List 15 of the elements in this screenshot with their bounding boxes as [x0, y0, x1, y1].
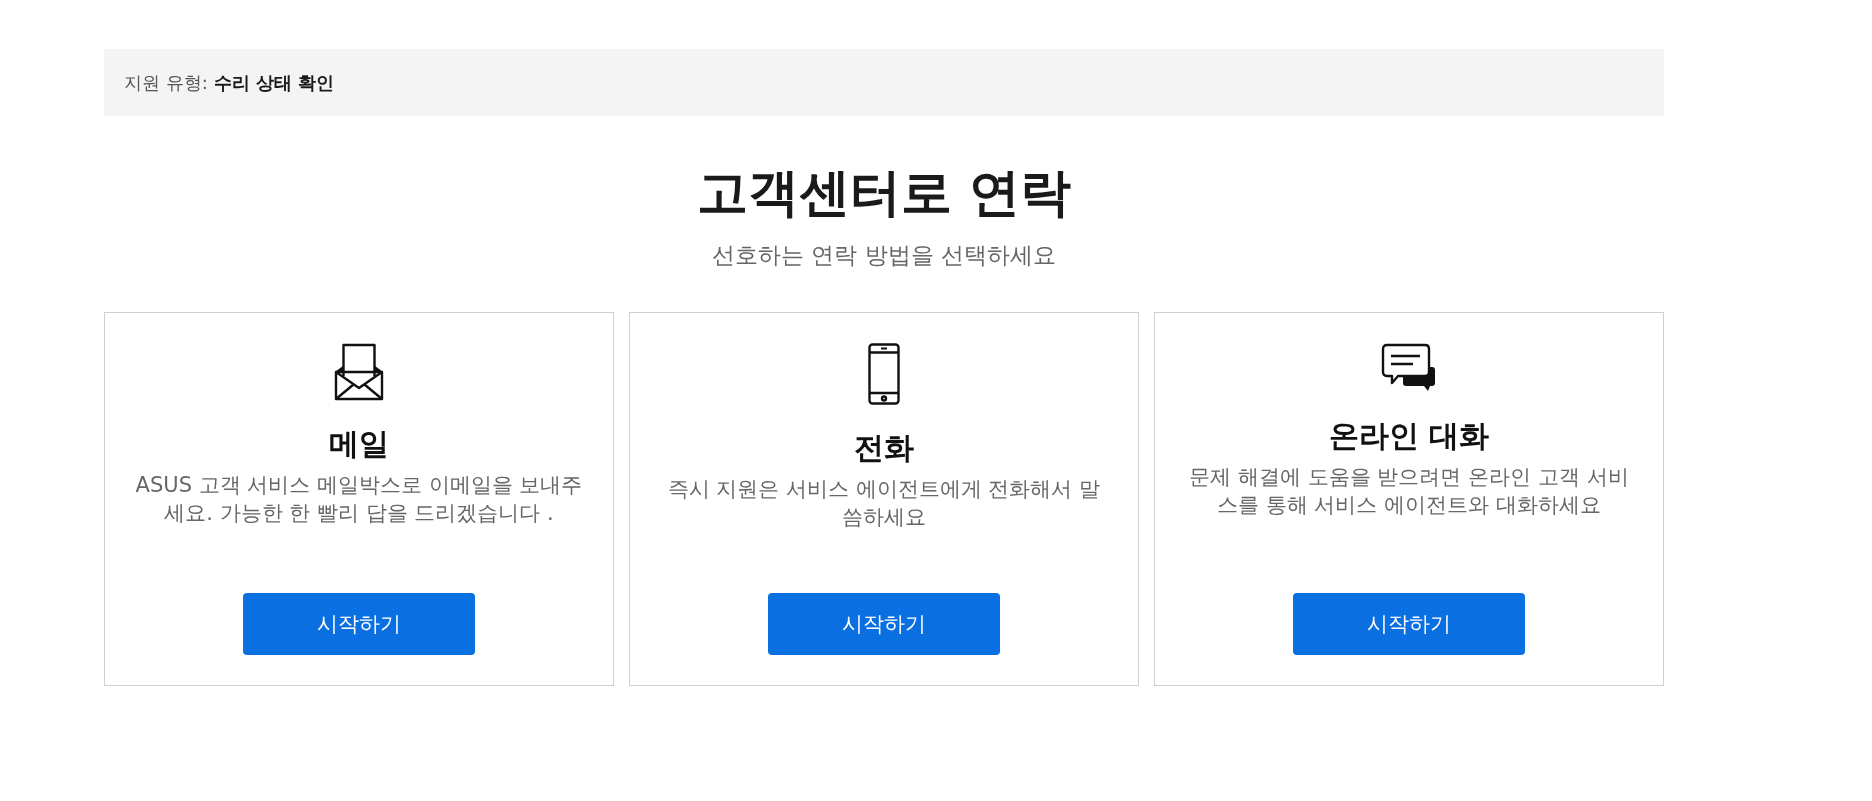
card-title: 온라인 대화 — [1328, 417, 1490, 455]
card-description: 즉시 지원은 서비스 에이전트에게 전화해서 말씀하세요 — [666, 476, 1102, 531]
breadcrumb-text: 지원 유형: 수리 상태 확인 — [124, 70, 335, 95]
page-subtitle: 선호하는 연락 방법을 선택하세요 — [712, 241, 1056, 270]
start-button[interactable]: 시작하기 — [768, 593, 1000, 655]
card-description: ASUS 고객 서비스 메일박스로 이메일을 보내주세요. 가능한 한 빨리 답을 드리겠습니다 . — [134, 472, 584, 527]
card-title: 메일 — [329, 425, 389, 463]
smartphone-icon — [868, 343, 900, 405]
start-button[interactable]: 시작하기 — [243, 593, 475, 655]
card-description: 문제 해결에 도움을 받으려면 온라인 고객 서비스를 통해 서비스 에이전트와 대화하세요 — [1188, 464, 1630, 519]
page-title: 고객센터로 연락 — [696, 162, 1072, 224]
card-title: 전화 — [854, 429, 914, 467]
chat-bubbles-icon — [1381, 343, 1437, 393]
start-button[interactable]: 시작하기 — [1293, 593, 1525, 655]
envelope-icon — [334, 343, 384, 401]
